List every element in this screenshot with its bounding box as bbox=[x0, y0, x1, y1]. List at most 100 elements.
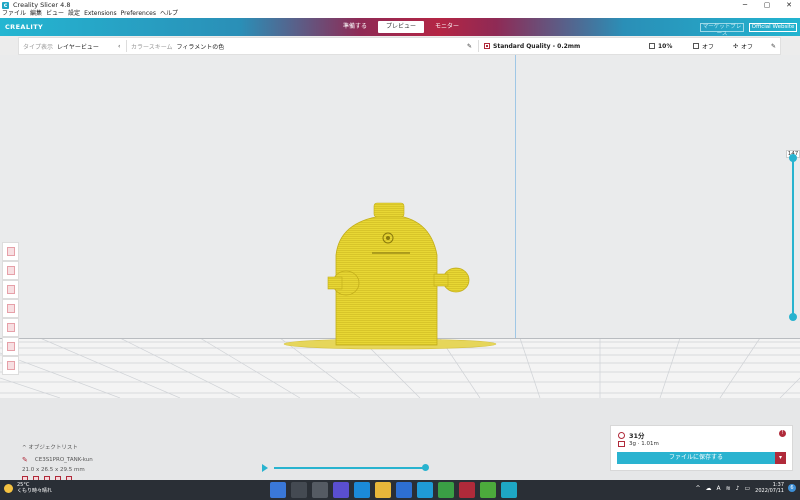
chevron-left-icon[interactable]: ‹ bbox=[118, 38, 120, 54]
task-view-icon[interactable] bbox=[312, 482, 328, 498]
minimize-button[interactable]: ─ bbox=[734, 0, 756, 10]
app-icon: c bbox=[2, 1, 9, 9]
adhesion-icon: ✣ bbox=[733, 42, 739, 50]
weather-text: くもり時々晴れ bbox=[17, 488, 53, 494]
view-type-value: レイヤービュー bbox=[57, 43, 99, 51]
divider bbox=[126, 40, 127, 52]
save-options-dropdown[interactable]: ▾ bbox=[775, 452, 786, 464]
menu-file[interactable]: ファイル bbox=[2, 10, 26, 18]
print-info-panel: 31分 ! 3g · 1.01m ファイルに保存する ▾ bbox=[610, 425, 793, 471]
info-icon[interactable]: ! bbox=[779, 430, 786, 437]
print-time-value: 31分 bbox=[629, 432, 645, 440]
support-setting[interactable]: オフ bbox=[693, 38, 714, 54]
line-icon[interactable] bbox=[480, 482, 496, 498]
l-app-icon[interactable] bbox=[417, 482, 433, 498]
tab-preview[interactable]: プレビュー bbox=[378, 21, 424, 33]
simulation-slider-handle[interactable] bbox=[422, 464, 429, 471]
close-button[interactable]: ✕ bbox=[778, 0, 800, 10]
infill-setting[interactable]: 10% bbox=[649, 38, 672, 54]
layer-slider-top-handle[interactable] bbox=[789, 154, 797, 162]
sun-icon bbox=[4, 483, 13, 493]
chat-icon[interactable] bbox=[333, 482, 349, 498]
infill-value: 10% bbox=[658, 42, 673, 50]
rotate-tool[interactable] bbox=[2, 280, 19, 299]
notification-badge[interactable]: 6 bbox=[788, 484, 796, 492]
per-model-settings-icon bbox=[6, 323, 15, 332]
infill-icon bbox=[649, 43, 655, 49]
clock[interactable]: 1:37 2022/07/11 bbox=[755, 482, 784, 494]
layer-slider-track[interactable] bbox=[792, 156, 794, 316]
object-row[interactable]: ✎ CE3S1PRO_TANK-kun bbox=[22, 456, 202, 464]
taskbar-apps bbox=[270, 482, 522, 498]
object-list-toggle[interactable]: ^ オブジェクトリスト bbox=[22, 444, 202, 452]
chrome-icon[interactable] bbox=[438, 482, 454, 498]
adhesion-setting[interactable]: ✣ オフ bbox=[733, 38, 753, 54]
marketplace-button[interactable]: マーケットプレース bbox=[700, 23, 744, 37]
creality-taskbar-icon[interactable] bbox=[501, 482, 517, 498]
menu-view[interactable]: ビュー bbox=[46, 10, 64, 18]
color-scheme-selector[interactable]: カラースキーム フィラメントの色 bbox=[131, 38, 224, 54]
cut-tool[interactable] bbox=[2, 356, 19, 375]
view-type-selector[interactable]: タイプ表示 レイヤービュー bbox=[23, 38, 99, 54]
object-list-panel: ^ オブジェクトリスト ✎ CE3S1PRO_TANK-kun 21.0 x 2… bbox=[22, 444, 202, 482]
play-icon[interactable] bbox=[262, 464, 268, 472]
battery-icon[interactable]: ▭ bbox=[745, 485, 751, 492]
tab-prepare[interactable]: 準備する bbox=[332, 21, 378, 33]
cloud-icon[interactable]: ☁ bbox=[706, 485, 712, 492]
clock-icon bbox=[618, 431, 625, 439]
menu-bar: ファイル 編集 ビュー 設定 Extensions Preferences ヘル… bbox=[0, 10, 800, 18]
tab-monitor[interactable]: モニター bbox=[424, 21, 470, 33]
menu-help[interactable]: ヘルプ bbox=[160, 10, 178, 18]
view-toolbar: タイプ表示 レイヤービュー ‹ カラースキーム フィラメントの色 ✎ Stand… bbox=[18, 37, 781, 55]
support-blocker-tool[interactable] bbox=[2, 337, 19, 356]
store-icon[interactable] bbox=[396, 482, 412, 498]
menu-preferences[interactable]: Preferences bbox=[121, 10, 156, 18]
pencil-icon[interactable]: ✎ bbox=[771, 38, 776, 54]
system-tray: ^ ☁ A ≋ ♪ ▭ 1:37 2022/07/11 6 bbox=[695, 482, 796, 494]
per-model-settings-tool[interactable] bbox=[2, 318, 19, 337]
move-icon bbox=[6, 247, 15, 256]
simulation-progress-fill bbox=[274, 467, 426, 469]
window-title: Creality Slicer 4.8 bbox=[13, 1, 71, 9]
support-icon bbox=[693, 43, 699, 49]
menu-settings[interactable]: 設定 bbox=[68, 10, 80, 18]
cut-icon bbox=[6, 361, 15, 370]
color-scheme-value: フィラメントの色 bbox=[176, 43, 225, 51]
search-icon[interactable] bbox=[291, 482, 307, 498]
pencil-icon: ✎ bbox=[22, 456, 28, 464]
scale-tool[interactable] bbox=[2, 261, 19, 280]
print-settings-selector[interactable]: Standard Quality - 0.2mm bbox=[484, 38, 580, 54]
window-controls: ─ ▢ ✕ bbox=[734, 0, 800, 10]
menu-edit[interactable]: 編集 bbox=[30, 10, 42, 18]
mirror-icon bbox=[6, 304, 15, 313]
spool-icon bbox=[618, 441, 625, 447]
pencil-icon[interactable]: ✎ bbox=[467, 38, 472, 54]
maximize-button[interactable]: ▢ bbox=[756, 0, 778, 10]
tank-kun-model[interactable] bbox=[280, 195, 500, 355]
wifi-icon[interactable]: ≋ bbox=[726, 485, 731, 492]
creality-logo: CREALITY bbox=[5, 23, 44, 31]
3d-viewport[interactable]: 147 bbox=[0, 55, 800, 480]
clock-date: 2022/07/11 bbox=[755, 488, 784, 494]
object-list-label: オブジェクトリスト bbox=[28, 445, 78, 451]
stage-tabs: 準備する プレビュー モニター bbox=[332, 21, 470, 33]
windows-taskbar: 25°C くもり時々晴れ ^ ☁ A ≋ ♪ ▭ 1:37 2022/07/11… bbox=[0, 480, 800, 500]
speaker-icon[interactable]: ♪ bbox=[736, 485, 740, 492]
layer-slider-bottom-handle[interactable] bbox=[789, 313, 797, 321]
official-website-button[interactable]: Official Website bbox=[749, 23, 797, 32]
weather-widget[interactable]: 25°C くもり時々晴れ bbox=[4, 482, 52, 494]
tray-caret[interactable]: ^ bbox=[695, 485, 700, 492]
save-to-file-button[interactable]: ファイルに保存する bbox=[617, 452, 775, 464]
app-red-icon[interactable] bbox=[459, 482, 475, 498]
start-icon[interactable] bbox=[270, 482, 286, 498]
mirror-tool[interactable] bbox=[2, 299, 19, 318]
edge-icon[interactable] bbox=[354, 482, 370, 498]
adhesion-value: オフ bbox=[741, 43, 754, 51]
ime-indicator[interactable]: A bbox=[717, 485, 721, 492]
move-tool[interactable] bbox=[2, 242, 19, 261]
print-profile-icon bbox=[484, 43, 490, 49]
divider bbox=[478, 40, 479, 52]
explorer-icon[interactable] bbox=[375, 482, 391, 498]
simulation-slider[interactable] bbox=[274, 467, 426, 469]
menu-extensions[interactable]: Extensions bbox=[84, 10, 117, 18]
